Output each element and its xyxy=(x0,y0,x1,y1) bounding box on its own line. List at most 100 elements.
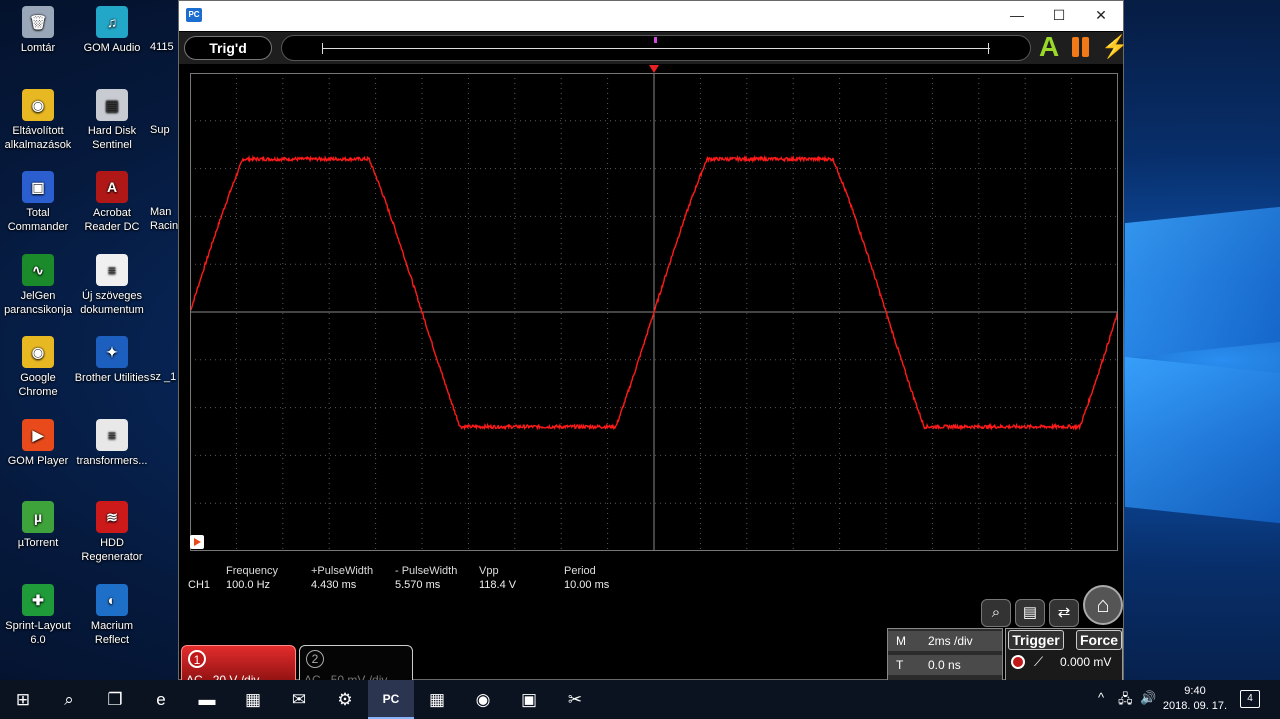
desktop-icon-label: µTorrent xyxy=(17,537,59,549)
desktop-icon-label: Macrium Reflect xyxy=(90,619,134,646)
desktop-icon-macrium-reflect[interactable]: ◐ Macrium Reflect xyxy=(74,583,150,647)
timebase-value: 2ms /div xyxy=(928,634,973,648)
task-view-button[interactable]: ❐ xyxy=(92,680,138,719)
timebar-start-tick xyxy=(322,43,323,54)
tray-overflow-icon[interactable]: ^ xyxy=(1098,690,1104,705)
acrobat-icon: A xyxy=(96,171,128,203)
desktop-icon-gom-audio[interactable]: ♫ GOM Audio xyxy=(74,6,150,55)
sine-wave-icon: ∿ xyxy=(22,253,54,286)
desktop-icon-label: Acrobat Reader DC xyxy=(84,207,140,233)
notification-icon[interactable]: 4 xyxy=(1240,690,1260,708)
timebase-row[interactable]: M 2ms /div xyxy=(888,631,1002,651)
meas-value-period: 10.00 ms xyxy=(564,579,610,591)
desktop-icon-label: GOM Player xyxy=(7,454,69,467)
timebase-key: M xyxy=(896,634,906,648)
start-button[interactable]: ⊞ xyxy=(0,680,46,719)
timebar-position-marker[interactable] xyxy=(654,37,657,43)
gom-player-icon: ▶ xyxy=(22,418,54,451)
timebase-panel[interactable]: M2ms /div T0.0 ns D5k xyxy=(887,628,1003,696)
desktop-icon-gom-player[interactable]: ▶ GOM Player xyxy=(0,418,76,468)
total-commander-button[interactable]: ▣ xyxy=(506,680,552,719)
waveform-display[interactable]: 1 xyxy=(190,73,1118,551)
desktop-icon-total-commander[interactable]: ▣ Total Commander xyxy=(0,171,76,234)
desktop-icon-torrent[interactable]: µ µTorrent xyxy=(0,501,76,550)
channel-2-number: 2 xyxy=(306,650,324,668)
trigger-time-row[interactable]: T 0.0 ns xyxy=(888,655,1002,675)
channel-1-panel[interactable]: 1 AC 20 V /div xyxy=(181,645,296,687)
calculator-button[interactable]: ▦ xyxy=(414,680,460,719)
clock-time: 9:40 xyxy=(1184,685,1206,697)
close-button[interactable]: ✕ xyxy=(1079,1,1123,31)
swap-icon[interactable]: ⇄ xyxy=(1049,599,1079,627)
desktop-icon-brother-utilities[interactable]: ✦ Brother Utilities xyxy=(74,336,150,385)
settings-button[interactable]: ⚙ xyxy=(322,680,368,719)
trigger-button[interactable]: Trigger xyxy=(1008,630,1064,650)
desktop-icon-hard-disk-sentinel[interactable]: ▤ Hard Disk Sentinel xyxy=(74,88,150,152)
desktop-icon-partial[interactable]: sz _1 xyxy=(150,370,178,384)
edge-button[interactable]: e xyxy=(138,680,184,719)
desktop-icon-acrobat-reader-dc[interactable]: A Acrobat Reader DC xyxy=(74,171,150,234)
document-icon: ≡ xyxy=(96,418,128,451)
timebar-end-tick xyxy=(988,43,989,54)
volume-icon[interactable]: 🔊 xyxy=(1140,690,1156,706)
desktop-icon-label: Eltávolított alkalmazások xyxy=(4,124,72,151)
desktop-icon-google-chrome[interactable]: ◉ Google Chrome xyxy=(0,336,76,399)
desktop-icon-j-sz-veges-dokumentum[interactable]: ≡ Új szöveges dokumentum xyxy=(74,253,150,317)
trigger-time-key: T xyxy=(896,658,904,672)
macrium-icon: ◐ xyxy=(96,583,128,616)
desktop-icon-elt-vol-tott-alkalmaz-sok[interactable]: ◉ Eltávolított alkalmazások xyxy=(0,88,76,152)
desktop-icon-hdd-regenerator[interactable]: ≋ HDD Regenerator xyxy=(74,501,150,564)
rising-edge-icon[interactable]: ⟋ xyxy=(1034,654,1043,670)
timebar-line xyxy=(322,48,990,49)
auto-set-button[interactable]: A xyxy=(1039,33,1059,61)
desktop-icon-sprint-layout-6-0[interactable]: ✚ Sprint-Layout 6.0 xyxy=(0,583,76,647)
minimize-button[interactable]: — xyxy=(995,1,1039,31)
file-explorer-button[interactable]: ▬ xyxy=(184,680,230,719)
meas-header-period: Period xyxy=(564,565,596,577)
desktop-icon-label: Google Chrome xyxy=(18,372,58,398)
desktop-icon-label: HDD Regenerator xyxy=(81,537,143,563)
hdd-regenerator-icon: ≋ xyxy=(96,501,128,533)
desktop-icon-partial[interactable]: Man Racin xyxy=(150,205,178,233)
channel-2-panel[interactable]: 2 AC 50 mV /div xyxy=(299,645,413,687)
clock[interactable]: 9:40 2018. 09. 17. xyxy=(1160,684,1230,714)
meas-header-frequency: Frequency xyxy=(226,565,278,577)
desktop-icon-partial[interactable]: Sup xyxy=(150,123,178,137)
desktop-icon-jelgen-parancsikonja[interactable]: ∿ JelGen parancsikonja xyxy=(0,253,76,317)
desktop-icon-label: Hard Disk Sentinel xyxy=(87,124,137,151)
brother-icon: ✦ xyxy=(96,336,128,368)
title-bar[interactable]: PC — ☐ ✕ xyxy=(179,1,1123,31)
chrome-icon: ◉ xyxy=(22,336,54,368)
desktop-icon-transformers[interactable]: ≡ transformers... xyxy=(74,418,150,468)
search-button[interactable]: ⌕ xyxy=(46,680,92,719)
desktop-icon-lomt-r[interactable]: 🗑 Lomtár xyxy=(0,6,76,55)
desktop-icon-partial[interactable]: 4115 xyxy=(150,40,178,54)
utorrent-icon: µ xyxy=(22,501,54,533)
chrome-icon: ◉ xyxy=(22,88,54,121)
windows-logo-pane xyxy=(1125,206,1280,359)
notification-count: 4 xyxy=(1247,693,1253,704)
play-indicator[interactable] xyxy=(190,535,204,549)
save-icon[interactable]: ▤ xyxy=(1015,599,1045,627)
network-icon[interactable]: 🖧 xyxy=(1118,690,1133,712)
trigger-position-marker[interactable] xyxy=(649,65,659,73)
trigger-time-value: 0.0 ns xyxy=(928,658,961,672)
mail-button[interactable]: ✉ xyxy=(276,680,322,719)
pause-button[interactable] xyxy=(1072,37,1090,57)
home-icon[interactable]: ⌂ xyxy=(1083,585,1123,625)
zoom-icon[interactable]: ⌕ xyxy=(981,599,1011,627)
measurement-panel: CH1 Frequency 100.0 Hz +PulseWidth 4.430… xyxy=(179,561,1123,601)
bolt-icon[interactable]: ⚡ xyxy=(1101,34,1128,60)
store-button[interactable]: ▦ xyxy=(230,680,276,719)
tool-button[interactable]: ✂ xyxy=(552,680,598,719)
meas-header-neg-pulse: - PulseWidth xyxy=(395,565,458,577)
force-button[interactable]: Force xyxy=(1076,630,1122,650)
chrome-button[interactable]: ◉ xyxy=(460,680,506,719)
time-position-bar[interactable] xyxy=(281,35,1031,61)
trigger-panel: Trigger Force ⟋ 0.000 mV xyxy=(1005,628,1123,682)
pc-scope-button[interactable]: PC xyxy=(368,680,414,719)
meas-header-vpp: Vpp xyxy=(479,565,499,577)
taskbar: ⊞ ⌕ ❐ e ▬ ▦ ✉ ⚙ PC ▦ ◉ ▣ ✂ ^ 🖧 🔊 9:40 2018. 09. 17. … xyxy=(0,680,1280,719)
maximize-button[interactable]: ☐ xyxy=(1037,1,1081,31)
meas-value-vpp: 118.4 V xyxy=(479,579,517,591)
